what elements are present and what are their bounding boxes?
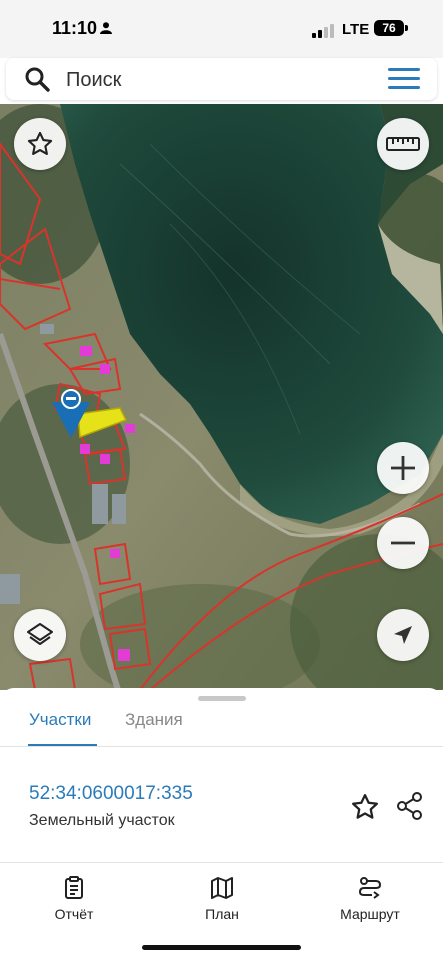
- my-location-button[interactable]: [377, 609, 429, 661]
- favorite-map-button[interactable]: [14, 118, 66, 170]
- layers-icon: [27, 623, 53, 645]
- zoom-out-button[interactable]: [377, 517, 429, 569]
- layers-button[interactable]: [14, 609, 66, 661]
- zoom-in-icon: [391, 456, 415, 480]
- parcel-sheet: Участки Здания 52:34:0600017:335 Земельн…: [0, 688, 443, 864]
- search-input[interactable]: [64, 66, 368, 94]
- star-icon: [27, 131, 53, 155]
- nav-report-label: Отчёт: [54, 906, 94, 922]
- battery-level: 76: [374, 20, 404, 36]
- ruler-icon: [386, 137, 420, 151]
- status-bar: 11:10 LTE 76: [0, 0, 443, 58]
- ruler-button[interactable]: [377, 118, 429, 170]
- tab-buildings[interactable]: Здания: [125, 710, 183, 730]
- search-icon[interactable]: [24, 66, 50, 92]
- search-bar: [6, 58, 437, 100]
- person-icon: [100, 22, 112, 34]
- zoom-in-button[interactable]: [377, 442, 429, 494]
- star-icon[interactable]: [350, 792, 380, 822]
- map-view[interactable]: [0, 104, 443, 690]
- sheet-drag-handle[interactable]: [198, 696, 246, 701]
- tab-parcels[interactable]: Участки: [29, 710, 91, 730]
- share-icon[interactable]: [395, 791, 425, 821]
- menu-icon[interactable]: [388, 68, 420, 90]
- nav-plan[interactable]: План: [190, 876, 254, 922]
- home-indicator: [142, 945, 301, 950]
- nav-report[interactable]: Отчёт: [42, 876, 106, 922]
- report-icon: [65, 876, 83, 899]
- signal-icon: [312, 24, 338, 38]
- tab-divider: [0, 746, 443, 747]
- location-arrow-icon: [394, 626, 412, 644]
- battery-icon: [405, 25, 408, 31]
- zoom-out-icon: [391, 541, 415, 545]
- satellite-map[interactable]: [0, 104, 443, 690]
- parcel-type: Земельный участок: [29, 812, 175, 829]
- sheet-divider: [0, 862, 443, 863]
- route-icon: [358, 877, 382, 899]
- nav-plan-label: План: [205, 906, 239, 922]
- nav-route-label: Маршрут: [340, 906, 400, 922]
- network-type: LTE: [342, 21, 370, 38]
- status-time: 11:10: [52, 18, 98, 38]
- nav-route[interactable]: Маршрут: [330, 876, 410, 922]
- map-plan-icon: [211, 877, 233, 899]
- parcel-cadastral-number[interactable]: 52:34:0600017:335: [29, 783, 193, 805]
